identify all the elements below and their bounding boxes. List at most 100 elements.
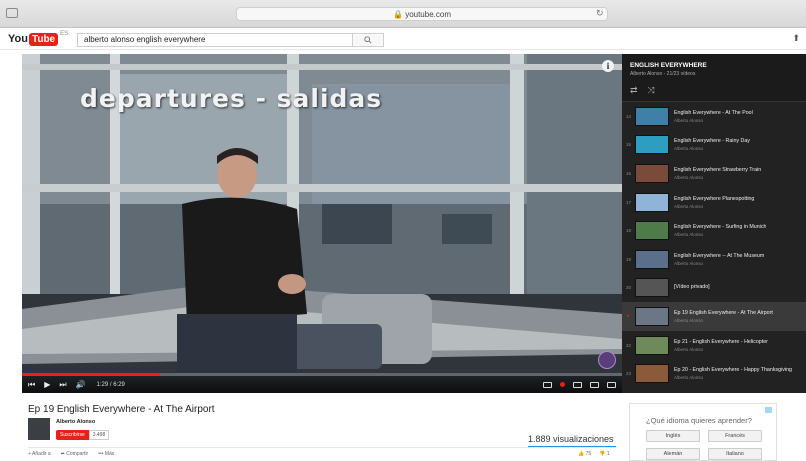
playlist-item-thumbnail [635, 306, 669, 326]
channel-watermark[interactable] [598, 351, 616, 369]
playlist-panel: ENGLISH EVERYWHERE Alberto Alonso - 21/2… [622, 54, 806, 393]
search-icon [364, 36, 372, 44]
rating: 👍 75 👎 1 [578, 451, 610, 457]
playlist-item-author: Alberto Alonso [674, 375, 704, 381]
lang-button-frances[interactable]: Francés [708, 430, 762, 442]
lang-button-ingles[interactable]: Inglés [646, 430, 700, 442]
search-input[interactable]: alberto alonso english everywhere [77, 33, 353, 47]
search-button[interactable] [352, 33, 384, 47]
playlist-item[interactable]: 23 Ep 20 - English Everywhere - Happy Tha… [622, 359, 806, 388]
miniplayer-icon[interactable] [573, 381, 582, 388]
site-header: You Tube ES alberto alonso english every… [0, 28, 806, 50]
playlist-item-thumbnail [635, 221, 669, 241]
channel-name[interactable]: Alberto Alonso [56, 419, 95, 425]
lang-button-aleman[interactable]: Alemán [646, 448, 700, 460]
language-ad[interactable]: ¿Qué idioma quieres aprender? Inglés Fra… [629, 403, 777, 461]
playlist-item-title: Ep 21 - English Everywhere - Helicopter [674, 338, 768, 345]
lock-icon: 🔒 [392, 10, 403, 19]
playlist-item[interactable]: ▸ Ep 19 English Everywhere - At The Airpo… [622, 302, 806, 331]
logo-tube-text: Tube [28, 32, 59, 46]
more-label: Más [104, 451, 115, 457]
playlist-actions: ⇄ ⤨ [630, 85, 806, 96]
logo-region: ES [60, 31, 69, 37]
playlist-item-title: Ep 20 - English Everywhere - Happy Thank… [674, 367, 792, 374]
like-button[interactable]: 👍 75 [578, 451, 591, 457]
playlist-item[interactable]: 17 English Everywhere Planespotting Albert… [622, 188, 806, 217]
playlist-item-thumbnail [635, 364, 669, 384]
thumbs-up-icon: 👍 [578, 451, 586, 457]
next-icon[interactable]: ⏭ [59, 376, 66, 393]
share-button[interactable]: ➦ Compartir [61, 451, 89, 457]
ad-choices-icon[interactable] [765, 407, 772, 413]
lang-button-italiano[interactable]: Italiano [708, 448, 762, 460]
playlist-item[interactable]: 22 Ep 21 - English Everywhere - Helicopte… [622, 331, 806, 360]
page: 🔒 youtube.com ↻ You Tube ES alberto alon… [0, 0, 806, 461]
loop-icon[interactable]: ⇄ [630, 85, 638, 96]
reload-icon[interactable]: ↻ [596, 8, 604, 19]
upload-icon[interactable]: ⬆ [792, 33, 800, 44]
playlist-item-index: 15 [625, 142, 631, 148]
add-to-label: Añadir a [32, 451, 51, 457]
playlist-item-title: English Everywhere - Surfing in Munich [674, 224, 767, 231]
playlist-item-text: English Everywhere - Surfing in Munich Al… [674, 224, 766, 237]
more-icon: ••• [98, 451, 105, 457]
share-label: Compartir [66, 451, 89, 457]
address-bar-url: youtube.com [405, 10, 451, 19]
captions-icon[interactable] [543, 381, 552, 388]
playlist-item-thumbnail [635, 135, 669, 155]
sidebar-toggle-icon[interactable] [6, 8, 18, 18]
playlist-subtitle: Alberto Alonso - 21/23 vídeos [630, 71, 696, 77]
subscribe-button[interactable]: Suscribirse 3.498 [56, 430, 110, 440]
playlist-item-text: [Vídeo privado] [674, 284, 710, 292]
playlist-item-text: English Everywhere -- At The Museum Alber… [674, 253, 764, 266]
playlist-item[interactable]: 18 English Everywhere - Surfing in Munich… [622, 216, 806, 245]
playlist-item-title: English Everywhere - At The Pool [674, 109, 753, 116]
cast-icon[interactable] [590, 381, 599, 388]
playlist-title[interactable]: ENGLISH EVERYWHERE [630, 62, 806, 69]
add-to-button[interactable]: + Añadir a [28, 451, 51, 457]
playlist-item-text: English Everywhere Strawberry Train Alber… [674, 167, 761, 180]
player-right-controls [535, 381, 616, 388]
youtube-logo[interactable]: You Tube ES [8, 31, 68, 47]
previous-icon[interactable]: ⏮ [28, 376, 35, 393]
settings-icon[interactable] [560, 382, 565, 387]
playlist-item-text: Ep 21 - English Everywhere - Helicopter A… [674, 339, 768, 352]
shuffle-icon[interactable]: ⤨ [648, 85, 655, 96]
playlist-item-thumbnail [635, 163, 669, 183]
subscriber-count: 3.498 [88, 430, 110, 440]
playlist-item-index: 18 [625, 228, 631, 234]
play-icon[interactable]: ▶ [44, 376, 50, 393]
dislike-count: 1 [606, 451, 610, 457]
video-player[interactable]: departures - salidas i ⏮ ▶ ⏭ 🔊 1:29 / 6:… [22, 54, 622, 393]
playlist-item-index: ▸ [627, 313, 630, 320]
dislike-button[interactable]: 👎 1 [599, 451, 609, 457]
playlist-item[interactable]: 14 English Everywhere - At The Pool Albert… [622, 102, 806, 131]
fullscreen-icon[interactable] [607, 381, 616, 388]
playlist-item[interactable]: 20 [Vídeo privado] [622, 274, 806, 303]
playlist-item-author: Alberto Alonso [674, 346, 704, 352]
more-button[interactable]: ••• Más [98, 451, 114, 457]
info-icon[interactable]: i [602, 60, 614, 72]
video-actions: + Añadir a ➦ Compartir ••• Más [28, 451, 114, 457]
address-bar[interactable]: 🔒 youtube.com [236, 7, 608, 21]
player-controls: ⏮ ▶ ⏭ 🔊 1:29 / 6:29 [22, 376, 622, 393]
playlist-item-text: Ep 20 - English Everywhere - Happy Thank… [674, 367, 792, 380]
playlist-item-index: 14 [625, 113, 631, 119]
playlist-item-index: 19 [625, 256, 631, 262]
playlist-item[interactable]: 19 English Everywhere -- At The Museum Alb… [622, 245, 806, 274]
playlist-item[interactable]: 16 English Everywhere Strawberry Train Alb… [622, 159, 806, 188]
playlist-item-title: English Everywhere Strawberry Train [674, 166, 762, 173]
playlist-item-index: 20 [625, 285, 631, 291]
subscribe-label: Suscribirse [56, 430, 89, 440]
channel-avatar[interactable] [28, 418, 50, 440]
logo-you-text: You [8, 33, 28, 45]
like-count: 75 [585, 451, 592, 457]
playlist-item-title: Ep 19 English Everywhere - At The Airpor… [674, 309, 773, 316]
playlist-item-author: Alberto Alonso [674, 317, 704, 323]
playlist-item[interactable]: 15 English Everywhere - Rainy Day Alberto … [622, 131, 806, 160]
playlist-item-index: 22 [625, 342, 631, 348]
video-title: Ep 19 English Everywhere - At The Airpor… [28, 404, 215, 415]
playlist-item-author: Alberto Alonso [674, 203, 704, 209]
volume-icon[interactable]: 🔊 [76, 376, 86, 393]
time-display: 1:29 / 6:29 [96, 381, 125, 388]
